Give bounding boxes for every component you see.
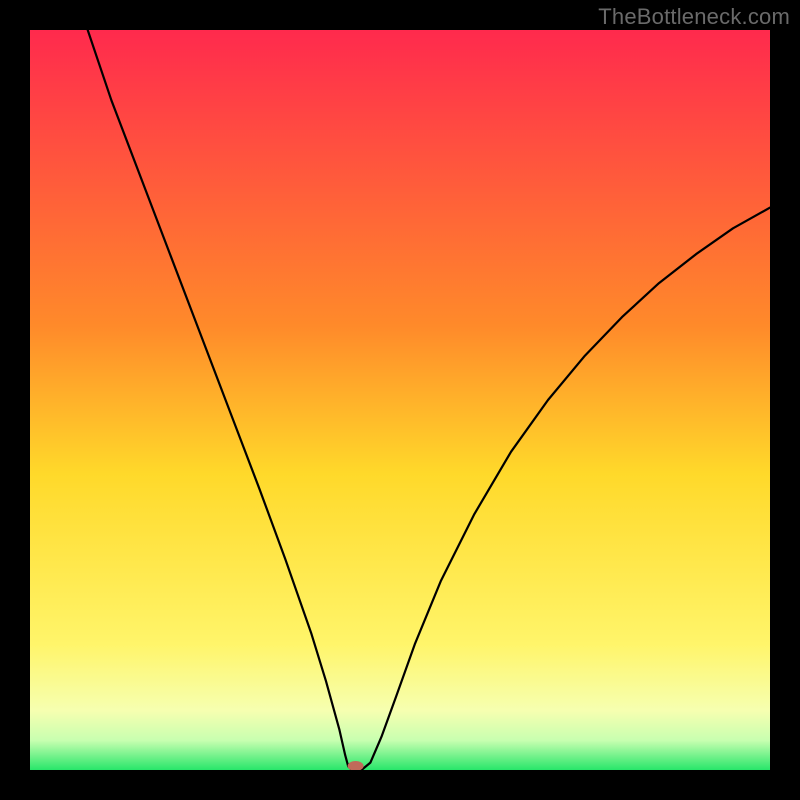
chart-svg: [30, 30, 770, 770]
plot-area: [30, 30, 770, 770]
chart-frame: TheBottleneck.com: [0, 0, 800, 800]
watermark-text: TheBottleneck.com: [598, 4, 790, 30]
gradient-background: [30, 30, 770, 770]
